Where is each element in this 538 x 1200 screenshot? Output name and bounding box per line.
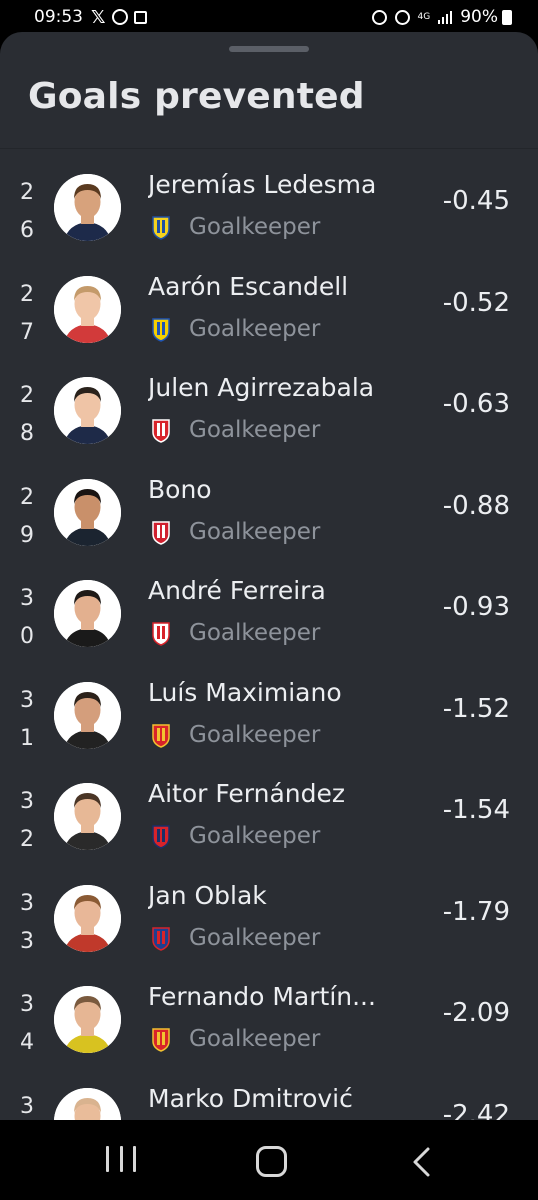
club-crest-icon <box>152 216 170 240</box>
battery-percent: 90% <box>460 7 498 27</box>
player-row[interactable]: 26 Jeremías Ledesma Goalkeeper -0.45 <box>0 156 538 258</box>
player-rank: 28 <box>20 383 34 446</box>
player-rank: 33 <box>20 890 34 954</box>
player-name: Bono <box>148 474 212 504</box>
player-rank: 32 <box>20 789 34 852</box>
recent-apps-button[interactable] <box>106 1146 136 1176</box>
home-button[interactable] <box>256 1146 287 1177</box>
goals-prevented-value: -1.52 <box>442 693 510 724</box>
club-crest-icon <box>152 723 170 748</box>
sheet-title: Goals prevented <box>28 76 365 117</box>
player-avatar <box>54 174 121 241</box>
player-name: André Ferreira <box>148 576 326 605</box>
club-crest-icon <box>152 825 170 849</box>
goals-prevented-value: -2.09 <box>442 998 510 1028</box>
club-crest-icon <box>152 317 170 342</box>
status-right: 4G 90% <box>371 7 512 27</box>
player-row[interactable]: 31 Luís Maximiano Goalkeeper -1.52 <box>0 664 538 766</box>
player-name: Marko Dmitrović <box>148 1083 353 1113</box>
player-avatar <box>54 275 121 343</box>
sync-icon <box>371 9 387 25</box>
goals-prevented-value: -1.79 <box>442 896 510 927</box>
player-position: Goalkeeper <box>189 1026 321 1052</box>
player-row[interactable]: 27 Aarón Escandell Goalkeeper -0.52 <box>0 258 538 360</box>
goals-prevented-value: -1.54 <box>442 795 510 825</box>
whatsapp-icon <box>111 9 128 25</box>
player-rank: 30 <box>20 586 34 649</box>
back-icon <box>413 1147 430 1177</box>
player-position: Goalkeeper <box>189 518 321 545</box>
player-avatar <box>54 986 121 1053</box>
player-position: Goalkeeper <box>189 214 321 240</box>
player-rank: 26 <box>20 180 34 243</box>
player-rank: 34 <box>20 992 34 1055</box>
navigation-bar <box>0 1120 538 1200</box>
player-rank: 29 <box>20 484 34 548</box>
goals-prevented-value: -0.52 <box>442 287 510 318</box>
network-type-label: 4G <box>417 11 431 22</box>
player-name: Jeremías Ledesma <box>148 170 377 199</box>
player-position: Goalkeeper <box>189 721 321 748</box>
goals-prevented-value: -0.88 <box>442 490 510 521</box>
player-rank: 27 <box>20 281 34 345</box>
player-rank: 31 <box>20 687 34 751</box>
goals-prevented-value: -0.63 <box>442 389 510 419</box>
player-avatar <box>54 580 121 647</box>
player-row[interactable]: 34 Fernando Martín... Goalkeeper -2.09 <box>0 968 538 1070</box>
recent-apps-icon <box>106 1146 109 1172</box>
club-crest-icon <box>152 1028 170 1052</box>
club-crest-icon <box>152 622 170 646</box>
player-avatar <box>54 1087 121 1120</box>
player-name: Aarón Escandell <box>148 271 349 301</box>
goals-prevented-value: -0.93 <box>442 592 510 622</box>
drag-handle[interactable] <box>229 46 309 52</box>
player-position: Goalkeeper <box>189 620 321 646</box>
bottom-sheet: Goals prevented 26 Jeremías Ledesma Goalke… <box>0 32 538 1120</box>
club-crest-icon <box>152 520 170 545</box>
x-app-icon: 𝕏 <box>91 6 106 28</box>
player-rank: 35 <box>20 1093 34 1119</box>
back-button[interactable] <box>410 1146 434 1177</box>
player-row[interactable]: 30 André Ferreira Goalkeeper -0.93 <box>0 562 538 664</box>
notification-icon <box>133 10 147 24</box>
player-position: Goalkeeper <box>189 417 321 443</box>
battery-icon <box>502 9 512 25</box>
player-position: Goalkeeper <box>189 823 321 849</box>
player-row[interactable]: 28 Julen Agirrezabala Goalkeeper -0.63 <box>0 359 538 461</box>
player-row[interactable]: 35Marko DmitrovićGoalkeeper-2.42 <box>0 1070 538 1121</box>
player-name: Luís Maximiano <box>148 677 342 707</box>
club-crest-icon <box>152 419 170 443</box>
alarm-icon <box>394 9 410 25</box>
goals-prevented-value: -0.45 <box>442 186 510 216</box>
signal-icon <box>438 10 453 24</box>
player-row[interactable]: 33 Jan Oblak Goalkeeper -1.79 <box>0 867 538 969</box>
player-avatar <box>54 783 121 850</box>
player-name: Aitor Fernández <box>148 779 345 808</box>
player-row[interactable]: 32 Aitor Fernández Goalkeeper -1.54 <box>0 765 538 867</box>
divider <box>0 148 538 149</box>
player-avatar <box>54 884 121 952</box>
player-avatar <box>54 681 121 749</box>
player-name: Fernando Martín... <box>148 982 376 1011</box>
player-row[interactable]: 29 Bono Goalkeeper -0.88 <box>0 461 538 563</box>
player-position: Goalkeeper <box>189 924 321 951</box>
player-list: 26 Jeremías Ledesma Goalkeeper -0.45 27 Aarón… <box>0 156 538 1120</box>
player-name: Julen Agirrezabala <box>148 373 375 402</box>
club-crest-icon <box>152 926 170 951</box>
goals-prevented-value: -2.42 <box>442 1099 510 1121</box>
player-avatar <box>54 377 121 444</box>
status-bar: 09:53 𝕏 4G 90% <box>0 0 538 34</box>
status-time: 09:53 <box>34 7 83 27</box>
player-avatar <box>54 478 121 546</box>
player-name: Jan Oblak <box>148 880 267 910</box>
player-position: Goalkeeper <box>189 315 321 342</box>
